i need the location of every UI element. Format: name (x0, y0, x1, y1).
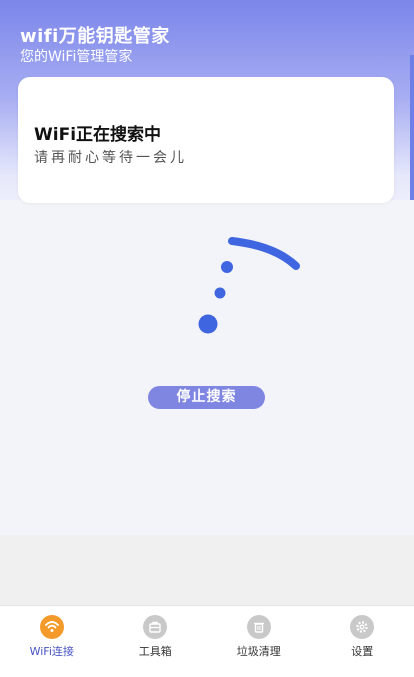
stop-search-button[interactable]: 停止搜索 (148, 386, 265, 409)
toolbox-icon (143, 615, 168, 639)
tab-wifi-connect[interactable]: WiFi连接 (0, 606, 104, 677)
tab-label: 垃圾清理 (236, 645, 281, 658)
status-subtitle: 请再耐心等待一会儿 (34, 150, 187, 166)
tab-settings[interactable]: 设置 (311, 606, 414, 677)
tab-label: WiFi连接 (29, 645, 74, 658)
trash-icon (246, 615, 271, 639)
tab-label: 设置 (351, 645, 374, 658)
status-card: WiFi正在搜索中 请再耐心等待一会儿 (18, 77, 394, 203)
app-screen: wifi万能钥匙管家 您的WiFi管理管家 WiFi正在搜索中 请再耐心等待一会… (0, 0, 414, 677)
tab-label: 工具箱 (138, 645, 172, 658)
wifi-icon (39, 615, 64, 639)
status-title: WiFi正在搜索中 (34, 125, 162, 145)
tab-toolbox[interactable]: 工具箱 (104, 606, 208, 677)
bottom-spacer (0, 535, 414, 605)
wifi-dot-middle (214, 287, 226, 299)
app-subtitle: 您的WiFi管理管家 (20, 49, 133, 65)
tab-trash-clean[interactable]: 垃圾清理 (207, 606, 311, 677)
wifi-signal-icon (198, 237, 300, 334)
bottom-nav: WiFi连接 工具箱 垃圾清理 设置 (0, 605, 414, 677)
wifi-arc (228, 237, 300, 270)
app-title: wifi万能钥匙管家 (20, 26, 170, 47)
wifi-dot-bottom (198, 314, 218, 334)
wifi-dot-top (221, 261, 233, 273)
gear-icon (350, 615, 375, 639)
